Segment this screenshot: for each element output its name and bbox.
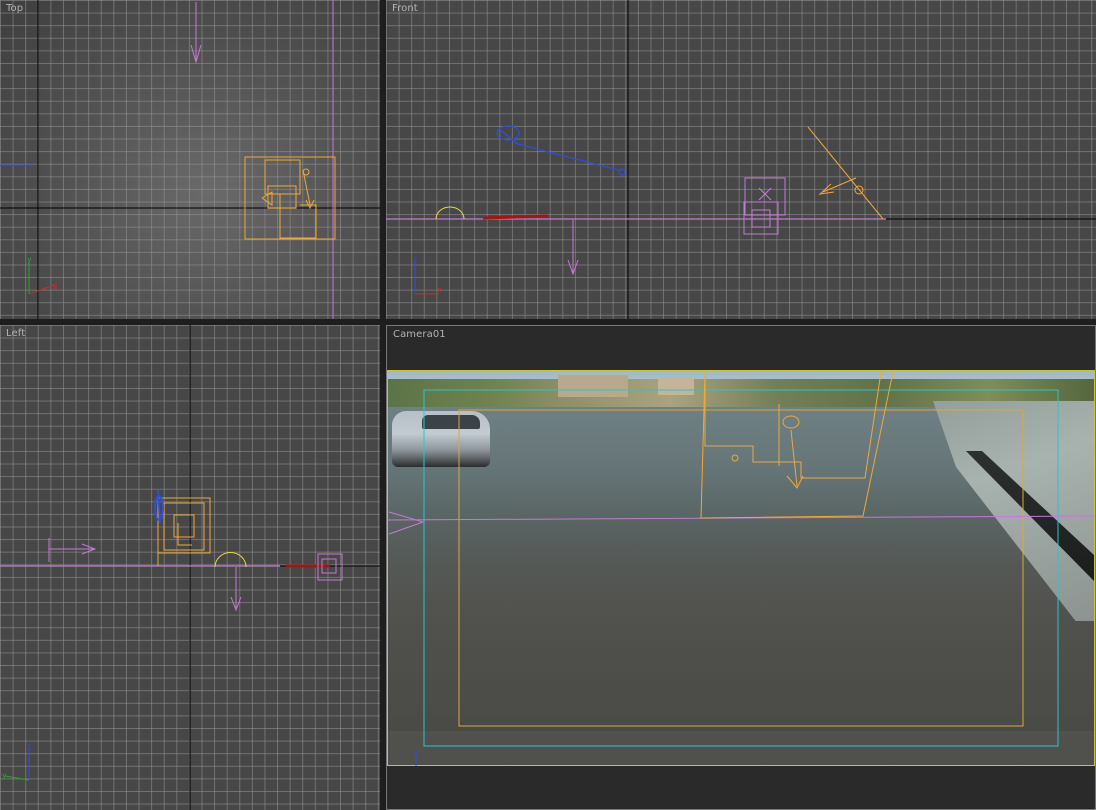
arrow-right-icon [48, 538, 97, 562]
viewport-left[interactable]: Left z y [0, 325, 380, 810]
viewport-label-left[interactable]: Left [6, 328, 25, 339]
svg-text:z: z [27, 742, 31, 751]
arrow-down-icon [230, 567, 242, 612]
spotlight-icon [496, 125, 626, 176]
axis-tripod-icon: z y [2, 742, 31, 781]
safe-frame-inner [458, 409, 1024, 727]
svg-text:z: z [413, 747, 417, 756]
object-wireframe [244, 156, 336, 240]
viewport-camera-scene: z [387, 371, 1095, 766]
svg-text:x: x [53, 283, 58, 292]
axis-tripod-icon: y x [27, 255, 58, 295]
viewport-label-top[interactable]: Top [6, 3, 23, 14]
viewport-label-front[interactable]: Front [392, 3, 418, 14]
target-wireframe [482, 214, 549, 220]
svg-text:z: z [413, 255, 417, 264]
object-wireframe [700, 371, 894, 519]
viewport-label-camera[interactable]: Camera01 [393, 329, 446, 340]
arrow-down-icon [567, 220, 579, 276]
spotlight-icon [154, 489, 164, 524]
viewport-front[interactable]: Front z x [386, 0, 1096, 319]
viewport-front-scene: z x [386, 0, 1096, 319]
viewport-camera[interactable]: Camera01 z [386, 325, 1096, 810]
safe-frame-outer [423, 389, 1059, 747]
arrow-right-icon [388, 511, 425, 535]
sun-helper-icon [435, 206, 465, 220]
svg-text:y: y [2, 771, 7, 780]
axis-tripod-icon: z [413, 747, 417, 766]
arrow-down-icon [190, 2, 202, 64]
svg-text:x: x [437, 285, 442, 294]
viewport-top-scene: y x [0, 0, 380, 319]
sun-helper-icon [214, 552, 247, 568]
viewport-top[interactable]: Top y x [0, 0, 380, 319]
object-wireframe [157, 497, 211, 566]
viewport-left-scene: z y [0, 325, 380, 810]
object-wireframe [743, 177, 786, 235]
svg-text:y: y [27, 255, 32, 264]
camera-wireframe [807, 126, 884, 220]
axis-tripod-icon: z x [413, 255, 442, 295]
